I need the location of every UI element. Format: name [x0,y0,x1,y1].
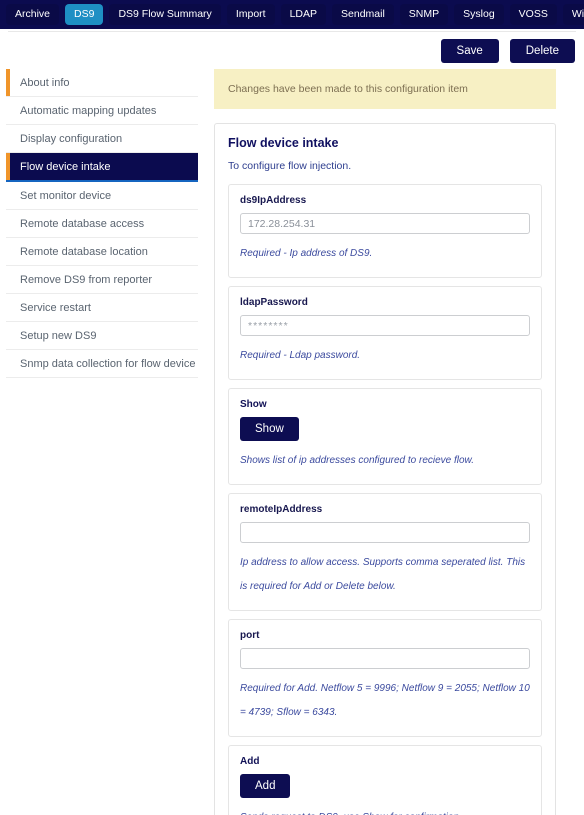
tab-ds9[interactable]: DS9 [65,4,104,25]
sidebar-item-label: Display configuration [20,132,123,145]
sidebar-item-label: Setup new DS9 [20,329,97,342]
form-fields: ds9IpAddress Required - Ip address of DS9… [228,184,542,815]
field-add: Add Add Sends request to DS9, use Show for… [228,745,542,815]
field-help-add: Sends request to DS9, use Show for confi… [240,806,530,815]
tab-snmp[interactable]: SNMP [399,4,449,25]
sidebar-item-label: Set monitor device [20,189,112,202]
field-label-remoteIpAddress: remoteIpAddress [240,504,323,515]
show-button[interactable]: Show [240,417,299,441]
field-label-add: Add [240,756,260,767]
sidebar-item-automatic-mapping-updates[interactable]: Automatic mapping updates [6,97,198,125]
sidebar-accent-bar [6,182,10,209]
main-content: Changes have been made to this configura… [214,69,556,815]
field-help-ds9IpAddress: Required - Ip address of DS9. [240,248,373,259]
field-ldapPassword: ldapPassword Required - Ldap password. [228,286,542,380]
sidebar-item-label: About info [20,76,70,89]
sidebar-accent-bar [6,322,10,349]
sidebar-accent-bar [6,125,10,152]
primary-tab-bar: Archive DS9 DS9 Flow Summary Import LDAP Send… [0,0,584,29]
ldapPassword-input[interactable] [240,315,530,336]
sidebar-item-label: Snmp data collection for flow device [20,357,196,370]
field-label-ldapPassword: ldapPassword [240,297,308,308]
sidebar-item-label: Remove DS9 from reporter [20,273,153,286]
header-divider [8,31,576,32]
field-ds9IpAddress: ds9IpAddress Required - Ip address of DS9… [228,184,542,278]
sidebar-accent-bar [6,153,10,180]
field-show: Show Show Shows list of ip addresses confi… [228,388,542,485]
tab-voss[interactable]: VOSS [509,4,557,25]
sidebar-accent-bar [6,266,10,293]
field-help-port: Required for Add. Netflow 5 = 9996; Netf… [240,683,530,718]
field-label-ds9IpAddress: ds9IpAddress [240,195,307,206]
tab-ldap[interactable]: LDAP [280,4,327,25]
sidebar-accent-bar [6,69,10,96]
tab-import[interactable]: Import [226,4,275,25]
sidebar-item-label: Remote database access [20,217,145,230]
panel-title: Flow device intake [228,136,339,150]
sidebar-accent-bar [6,210,10,237]
sidebar-item-label: Flow device intake [20,160,111,173]
field-label-port: port [240,630,260,641]
sidebar-item-label: Service restart [20,301,91,314]
delete-button[interactable]: Delete [509,39,575,63]
sidebar-accent-bar [6,294,10,321]
alert-message: Changes have been made to this configura… [228,83,468,95]
remoteIpAddress-input[interactable] [240,522,530,543]
sidebar-item-label: Remote database location [20,245,148,258]
sidebar-item-remove-ds9-from-reporter[interactable]: Remove DS9 from reporter [6,266,198,294]
tab-syslog[interactable]: Syslog [454,4,504,25]
sidebar-item-label: Automatic mapping updates [20,104,157,117]
add-button[interactable]: Add [240,774,291,798]
field-help-show: Shows list of ip addresses configured to… [240,455,475,466]
field-port: port Required for Add. Netflow 5 = 9996; … [228,619,542,737]
flow-device-intake-card: Flow device intake To configure flow inj… [214,123,556,815]
sidebar-item-snmp-data-collection-for-flow-device[interactable]: Snmp data collection for flow device [6,350,198,378]
tab-widget-resources[interactable]: Widget Resources [562,4,584,25]
sidebar-accent-bar [6,350,10,377]
sidebar-accent-bar [6,97,10,124]
save-button[interactable]: Save [440,39,499,63]
ds9IpAddress-input[interactable] [240,213,530,234]
sidebar-item-display-configuration[interactable]: Display configuration [6,125,198,153]
field-help-remoteIpAddress: Ip address to allow access. Supports com… [240,557,526,592]
field-remoteIpAddress: remoteIpAddress Ip address to allow acces… [228,493,542,611]
sidebar-item-remote-database-access[interactable]: Remote database access [6,210,198,238]
settings-sidebar: About info Automatic mapping updates Displ… [6,69,198,378]
action-toolbar: Save Delete [440,39,575,63]
panel-subtitle: To configure flow injection. [228,160,352,172]
port-input[interactable] [240,648,530,669]
tab-ds9-flow-summary[interactable]: DS9 Flow Summary [109,4,221,25]
changes-alert-banner: Changes have been made to this configura… [214,69,556,109]
sidebar-item-flow-device-intake[interactable]: Flow device intake [6,153,198,182]
field-help-ldapPassword: Required - Ldap password. [240,350,361,361]
tab-sendmail[interactable]: Sendmail [332,4,394,25]
sidebar-item-remote-database-location[interactable]: Remote database location [6,238,198,266]
sidebar-accent-bar [6,238,10,265]
sidebar-item-setup-new-ds9[interactable]: Setup new DS9 [6,322,198,350]
field-label-show: Show [240,399,267,410]
app-page: Archive DS9 DS9 Flow Summary Import LDAP Send… [0,0,584,815]
tab-archive[interactable]: Archive [6,4,60,25]
sidebar-item-set-monitor-device[interactable]: Set monitor device [6,182,198,210]
tabbar-underline [0,29,584,30]
sidebar-item-about-info[interactable]: About info [6,69,198,97]
sidebar-item-service-restart[interactable]: Service restart [6,294,198,322]
